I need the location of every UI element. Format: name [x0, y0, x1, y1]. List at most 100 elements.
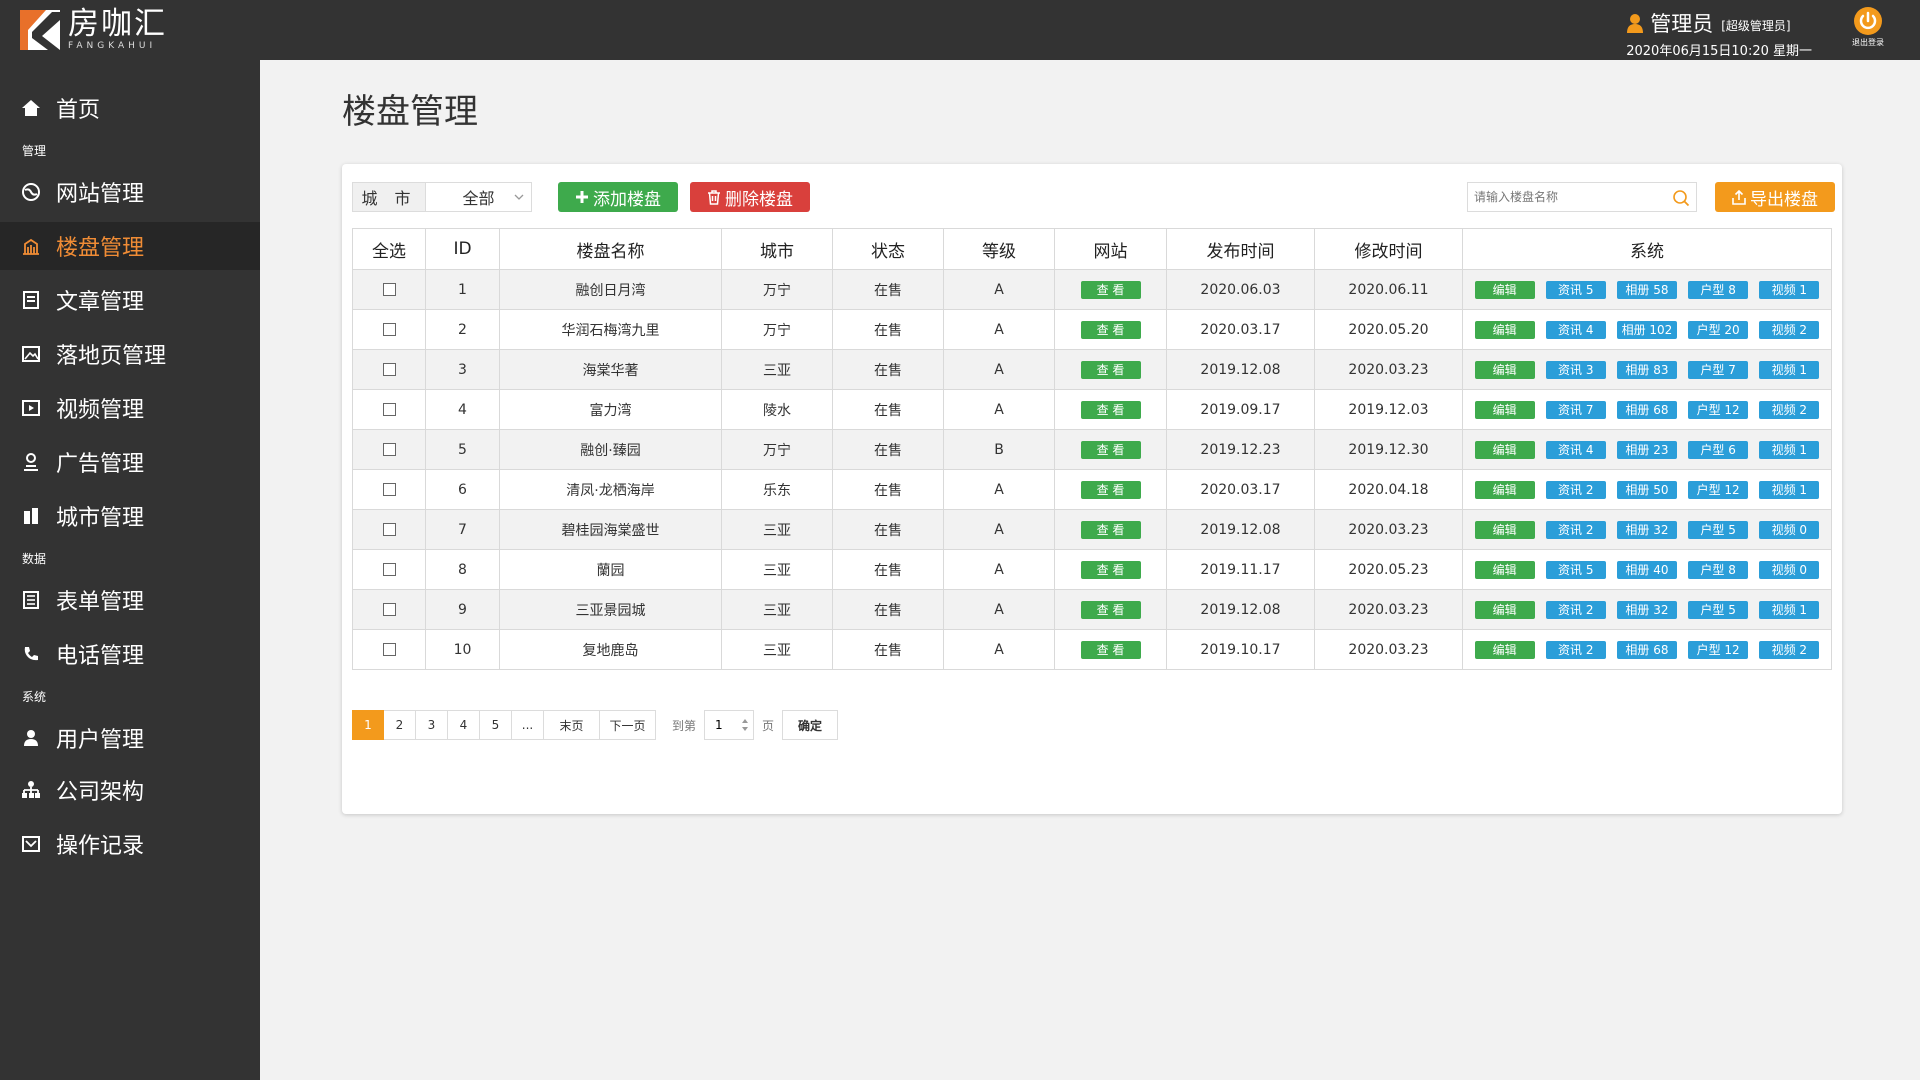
album-button[interactable]: 相册 40	[1616, 560, 1677, 579]
delete-building-button[interactable]: 删除楼盘	[690, 182, 810, 212]
sidebar-item-cities[interactable]: 城市管理	[0, 492, 260, 540]
layout-button[interactable]: 户型 7	[1688, 360, 1749, 379]
next-page-button[interactable]: 下一页	[600, 710, 656, 740]
sidebar-item-website[interactable]: 网站管理	[0, 168, 260, 216]
news-button[interactable]: 资讯 2	[1545, 480, 1606, 499]
city-filter-select[interactable]: 城 市 全部	[352, 182, 532, 212]
album-button[interactable]: 相册 83	[1616, 360, 1677, 379]
sidebar-item-articles[interactable]: 文章管理	[0, 276, 260, 324]
edit-button[interactable]: 编辑	[1474, 280, 1535, 299]
brand-logo[interactable]: 房咖汇 FANGKAHUI	[18, 8, 167, 52]
news-button[interactable]: 资讯 2	[1545, 600, 1606, 619]
video-button[interactable]: 视频 0	[1759, 520, 1820, 539]
layout-button[interactable]: 户型 8	[1688, 280, 1749, 299]
video-button[interactable]: 视频 2	[1759, 320, 1820, 339]
video-button[interactable]: 视频 1	[1759, 280, 1820, 299]
video-button[interactable]: 视频 1	[1759, 440, 1820, 459]
view-button[interactable]: 查 看	[1080, 520, 1141, 539]
album-button[interactable]: 相册 68	[1616, 400, 1677, 419]
page-button[interactable]: 3	[416, 710, 448, 740]
sidebar-item-phones[interactable]: 电话管理	[0, 630, 260, 678]
sidebar-item-forms[interactable]: 表单管理	[0, 576, 260, 624]
layout-button[interactable]: 户型 12	[1688, 400, 1749, 419]
row-checkbox[interactable]	[382, 603, 396, 616]
search-icon[interactable]	[1672, 189, 1690, 207]
album-button[interactable]: 相册 102	[1616, 320, 1677, 339]
view-button[interactable]: 查 看	[1080, 440, 1141, 459]
row-checkbox[interactable]	[382, 403, 396, 416]
row-checkbox[interactable]	[382, 563, 396, 576]
page-button[interactable]: 5	[480, 710, 512, 740]
spinner-arrows-icon[interactable]	[740, 716, 750, 734]
layout-button[interactable]: 户型 5	[1688, 600, 1749, 619]
album-button[interactable]: 相册 68	[1616, 640, 1677, 659]
sidebar-item-logs[interactable]: 操作记录	[0, 820, 260, 868]
last-page-button[interactable]: 末页	[544, 710, 600, 740]
album-button[interactable]: 相册 23	[1616, 440, 1677, 459]
row-checkbox[interactable]	[382, 443, 396, 456]
row-checkbox[interactable]	[382, 283, 396, 296]
layout-button[interactable]: 户型 6	[1688, 440, 1749, 459]
page-button[interactable]: 4	[448, 710, 480, 740]
edit-button[interactable]: 编辑	[1474, 440, 1535, 459]
video-button[interactable]: 视频 1	[1759, 480, 1820, 499]
view-button[interactable]: 查 看	[1080, 640, 1141, 659]
edit-button[interactable]: 编辑	[1474, 320, 1535, 339]
select-all-header[interactable]: 全选	[352, 228, 426, 270]
edit-button[interactable]: 编辑	[1474, 560, 1535, 579]
album-button[interactable]: 相册 58	[1616, 280, 1677, 299]
row-checkbox[interactable]	[382, 643, 396, 656]
layout-button[interactable]: 户型 12	[1688, 640, 1749, 659]
layout-button[interactable]: 户型 5	[1688, 520, 1749, 539]
logout-button[interactable]: 退出登录	[1844, 6, 1892, 48]
row-checkbox[interactable]	[382, 323, 396, 336]
view-button[interactable]: 查 看	[1080, 360, 1141, 379]
view-button[interactable]: 查 看	[1080, 480, 1141, 499]
view-button[interactable]: 查 看	[1080, 400, 1141, 419]
video-button[interactable]: 视频 1	[1759, 600, 1820, 619]
page-button[interactable]: 1	[352, 710, 384, 740]
layout-button[interactable]: 户型 8	[1688, 560, 1749, 579]
news-button[interactable]: 资讯 2	[1545, 520, 1606, 539]
goto-confirm-button[interactable]: 确定	[782, 710, 839, 740]
video-button[interactable]: 视频 0	[1759, 560, 1820, 579]
sidebar-item-org[interactable]: 公司架构	[0, 766, 260, 814]
news-button[interactable]: 资讯 5	[1545, 560, 1606, 579]
sidebar-item-landing-pages[interactable]: 落地页管理	[0, 330, 260, 378]
add-building-button[interactable]: 添加楼盘	[558, 182, 678, 212]
news-button[interactable]: 资讯 2	[1545, 640, 1606, 659]
export-building-button[interactable]: 导出楼盘	[1715, 182, 1835, 212]
edit-button[interactable]: 编辑	[1474, 600, 1535, 619]
view-button[interactable]: 查 看	[1080, 560, 1141, 579]
view-button[interactable]: 查 看	[1080, 320, 1141, 339]
edit-button[interactable]: 编辑	[1474, 640, 1535, 659]
sidebar-item-users[interactable]: 用户管理	[0, 714, 260, 762]
sidebar-item-ads[interactable]: 广告管理	[0, 438, 260, 486]
search-input[interactable]	[1468, 183, 1666, 211]
news-button[interactable]: 资讯 5	[1545, 280, 1606, 299]
edit-button[interactable]: 编辑	[1474, 480, 1535, 499]
edit-button[interactable]: 编辑	[1474, 360, 1535, 379]
row-checkbox[interactable]	[382, 363, 396, 376]
album-button[interactable]: 相册 32	[1616, 520, 1677, 539]
news-button[interactable]: 资讯 4	[1545, 440, 1606, 459]
layout-button[interactable]: 户型 12	[1688, 480, 1749, 499]
sidebar-item-home[interactable]: 首页	[0, 84, 260, 132]
sidebar-item-videos[interactable]: 视频管理	[0, 384, 260, 432]
news-button[interactable]: 资讯 4	[1545, 320, 1606, 339]
row-checkbox[interactable]	[382, 483, 396, 496]
edit-button[interactable]: 编辑	[1474, 400, 1535, 419]
news-button[interactable]: 资讯 3	[1545, 360, 1606, 379]
page-button[interactable]: 2	[384, 710, 416, 740]
view-button[interactable]: 查 看	[1080, 280, 1141, 299]
view-button[interactable]: 查 看	[1080, 600, 1141, 619]
album-button[interactable]: 相册 50	[1616, 480, 1677, 499]
sidebar-item-buildings[interactable]: 楼盘管理	[0, 222, 260, 270]
layout-button[interactable]: 户型 20	[1688, 320, 1749, 339]
video-button[interactable]: 视频 2	[1759, 640, 1820, 659]
edit-button[interactable]: 编辑	[1474, 520, 1535, 539]
news-button[interactable]: 资讯 7	[1545, 400, 1606, 419]
video-button[interactable]: 视频 2	[1759, 400, 1820, 419]
row-checkbox[interactable]	[382, 523, 396, 536]
video-button[interactable]: 视频 1	[1759, 360, 1820, 379]
